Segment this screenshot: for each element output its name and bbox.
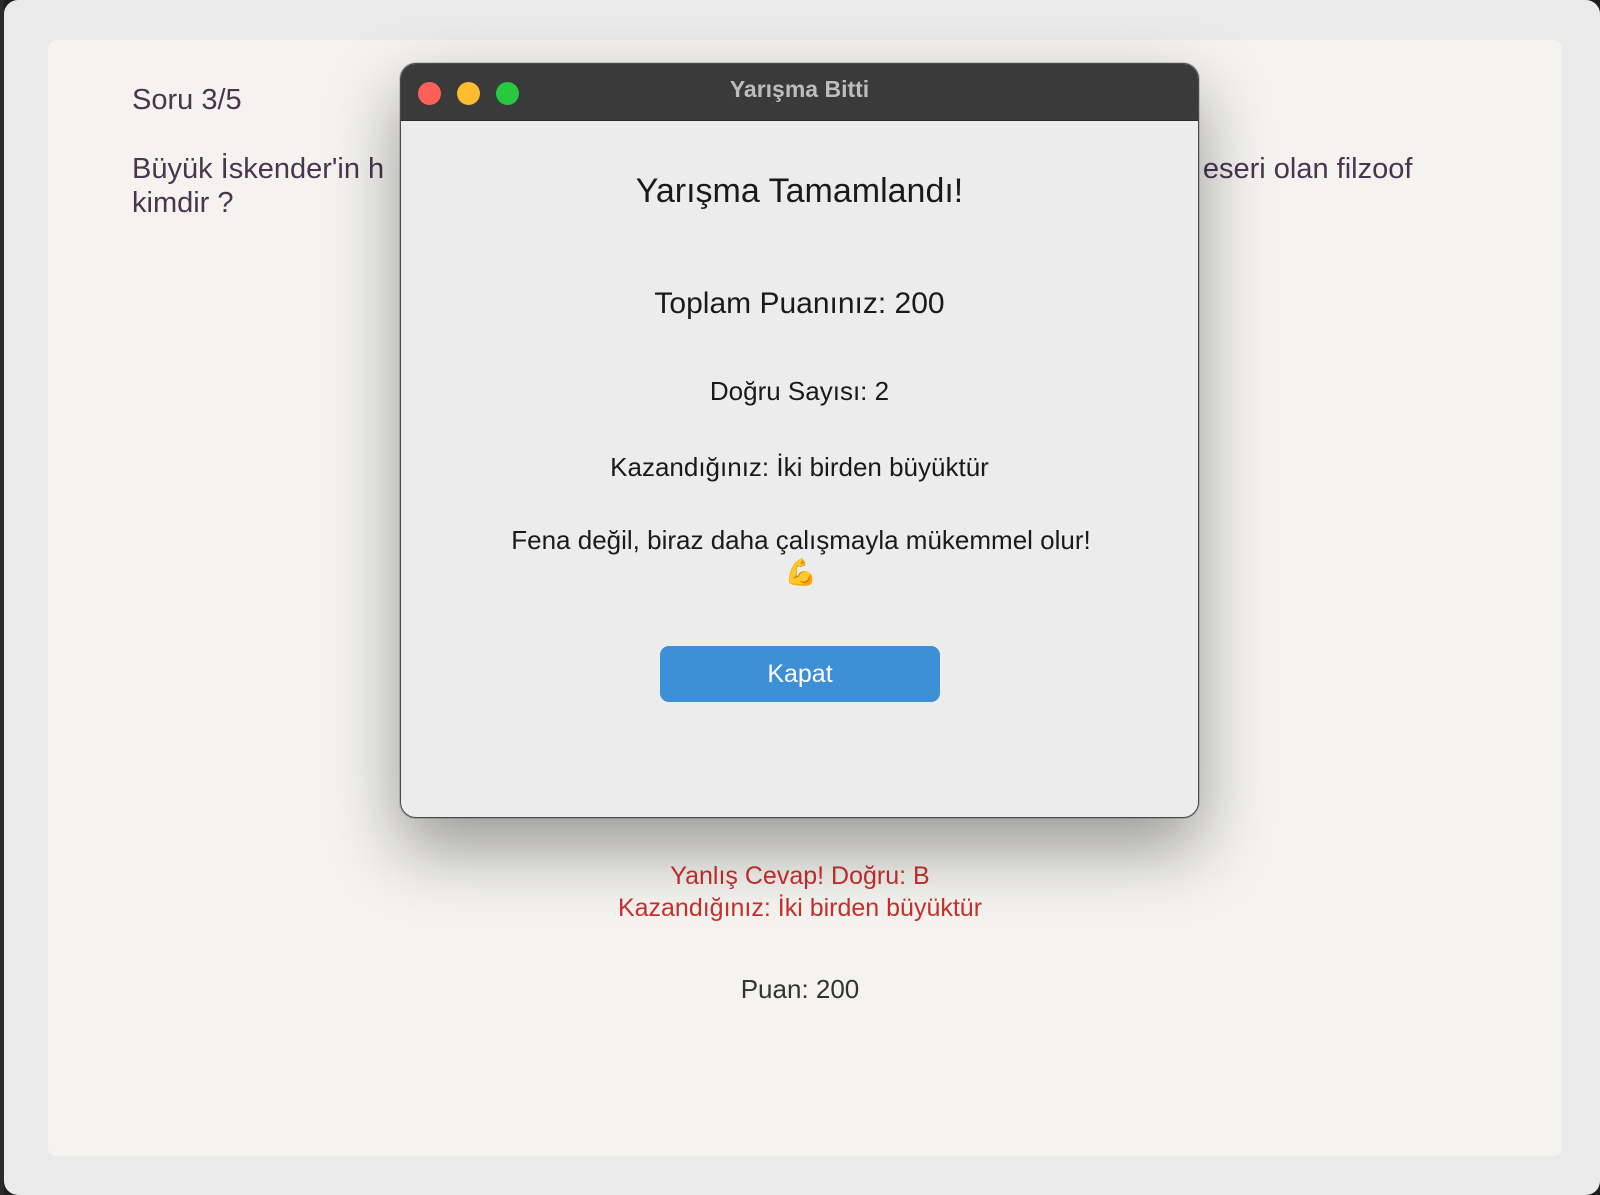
total-score: Toplam Puanınız: 200 [654,287,945,320]
minimize-icon[interactable] [457,82,480,105]
question-text-right: dlı eseri olan filzoof [1164,153,1413,185]
question-text-line2: kimdir ? [132,187,234,219]
dialog-titlebar: Yarışma Bitti [401,64,1198,121]
maximize-icon[interactable] [496,82,519,105]
score-label: Puan: 200 [740,974,860,1004]
close-button[interactable]: Kapat [660,646,940,702]
encouragement-message: Fena değil, biraz daha çalışmayla mükemm… [511,525,1091,587]
answer-feedback: Yanlış Cevap! Doğru: B Kazandığınız: İki… [0,860,1600,924]
dialog-title: Yarışma Bitti [729,76,870,102]
question-counter: Soru 3/5 [132,84,242,116]
feedback-prize: Kazandığınız: İki birden büyüktür [617,894,983,922]
dialog-heading: Yarışma Tamamlandı! [635,172,964,210]
question-text-left: Büyük İskender'in h [132,153,385,185]
result-dialog: Yarışma Bitti Yarışma Tamamlandı! Toplam… [400,63,1199,818]
feedback-result: Yanlış Cevap! Doğru: B [670,862,930,890]
correct-count: Doğru Sayısı: 2 [709,376,890,406]
prize-text: Kazandığınız: İki birden büyüktür [610,452,989,482]
close-icon[interactable] [418,82,441,105]
